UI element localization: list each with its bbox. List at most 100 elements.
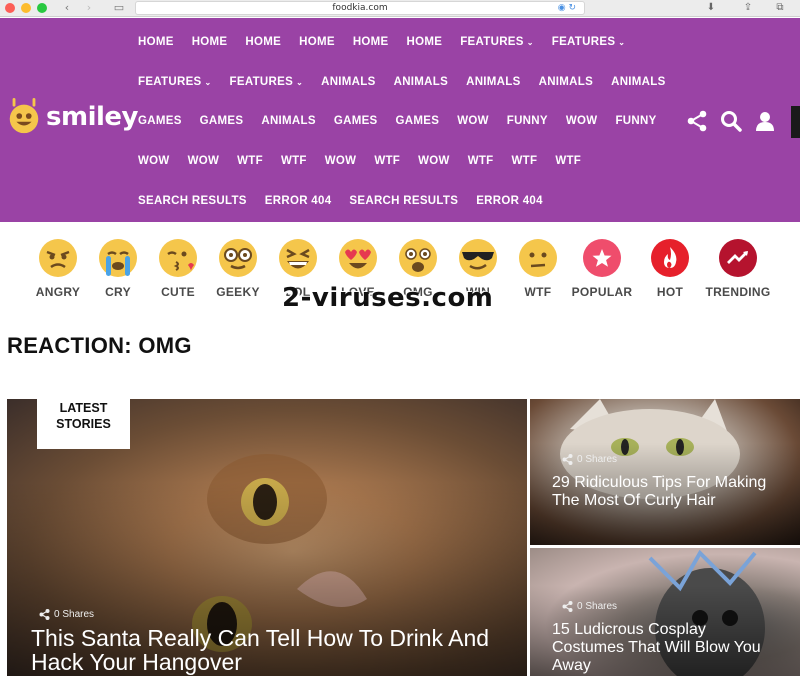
browser-toolbar: ‹ › ▭ foodkia.com ◉ ↻ ⬇ ⇪ ⧉ — [0, 0, 800, 17]
nav-item-label: ANIMALS — [611, 75, 666, 88]
nav-item-wow[interactable]: WOW — [325, 155, 357, 167]
share-count: 0 Shares — [39, 609, 94, 620]
share-icon[interactable] — [686, 110, 708, 132]
nav-item-label: GAMES — [333, 115, 378, 128]
user-icon[interactable] — [754, 110, 776, 132]
watermark: 2-viruses.com — [282, 283, 494, 313]
nav-item-wow[interactable]: WOW — [188, 155, 220, 167]
surprised-face-icon — [399, 239, 437, 277]
story-card[interactable]: 0 Shares 15 Ludicrous Cosplay Costumes T… — [530, 548, 800, 676]
featured-story[interactable]: LATEST STORIES 0 Shares This Santa Reall… — [7, 399, 527, 676]
nav-item-games[interactable]: GAMES — [396, 115, 440, 127]
maximize-window-button[interactable] — [37, 3, 47, 13]
story-title[interactable]: 29 Ridiculous Tips For Making The Most O… — [552, 474, 782, 510]
address-bar[interactable]: foodkia.com ◉ ↻ — [135, 1, 585, 15]
reaction-hot[interactable]: HOT — [636, 238, 704, 299]
nav-item-error-404[interactable]: ERROR 404 — [476, 195, 543, 207]
forward-icon[interactable]: › — [82, 1, 96, 15]
reaction-label: CUTE — [161, 285, 195, 299]
reaction-geeky[interactable]: GEEKY — [208, 238, 268, 299]
nav-item-wow[interactable]: WOW — [566, 115, 598, 127]
nav-item-label: HOME — [138, 35, 174, 48]
nav-item-label: ANIMALS — [261, 115, 316, 128]
chevron-down-icon: ⌄ — [204, 77, 212, 87]
nav-item-home[interactable]: HOME — [407, 36, 443, 48]
nav-item-wtf[interactable]: WTF — [555, 155, 581, 167]
nav-item-features[interactable]: FEATURES ⌄ — [460, 36, 534, 48]
nav-item-animals[interactable]: ANIMALS — [321, 76, 376, 88]
nav-item-features[interactable]: FEATURES ⌄ — [230, 76, 304, 88]
reaction-wtf[interactable]: WTF — [508, 238, 568, 299]
nav-item-funny[interactable]: FUNNY — [615, 115, 656, 127]
nav-item-label: SEARCH RESULTS — [138, 194, 247, 207]
nav-item-label: ANIMALS — [538, 75, 594, 88]
nav-item-label: ERROR 404 — [264, 194, 332, 207]
nav-item-wtf[interactable]: WTF — [512, 155, 538, 167]
story-title[interactable]: 15 Ludicrous Cosplay Costumes That Will … — [552, 621, 782, 675]
reaction-popular[interactable]: POPULAR — [568, 238, 636, 299]
nav-item-home[interactable]: HOME — [299, 36, 335, 48]
nav-item-search-results[interactable]: SEARCH RESULTS — [138, 195, 247, 207]
close-window-button[interactable] — [5, 3, 15, 13]
nav-item-label: HOME — [299, 35, 335, 48]
nav-row: SEARCH RESULTS ERROR 404 SEARCH RESULTS ERR… — [138, 181, 678, 221]
share-icon — [39, 609, 50, 620]
nav-item-wow[interactable]: WOW — [457, 115, 489, 127]
reaction-cry[interactable]: CRY — [88, 238, 148, 299]
address-text: foodkia.com — [332, 3, 388, 13]
crying-face-icon — [99, 239, 137, 277]
nav-item-home[interactable]: HOME — [138, 36, 174, 48]
nav-item-animals[interactable]: ANIMALS — [466, 76, 521, 88]
header-edge-tab[interactable] — [791, 106, 800, 138]
nav-item-games[interactable]: GAMES — [334, 115, 378, 127]
nav-item-home[interactable]: HOME — [245, 36, 281, 48]
reaction-label: ANGRY — [35, 285, 81, 299]
nav-item-home[interactable]: HOME — [353, 36, 389, 48]
nav-item-home[interactable]: HOME — [192, 36, 228, 48]
reload-icon[interactable]: ◉ ↻ — [558, 2, 576, 14]
reaction-label: CRY — [105, 285, 131, 299]
nav-item-wtf[interactable]: WTF — [374, 155, 400, 167]
nav-item-games[interactable]: GAMES — [138, 115, 182, 127]
nav-item-label: WOW — [418, 154, 450, 167]
nav-item-funny[interactable]: FUNNY — [507, 115, 548, 127]
nav-item-wtf[interactable]: WTF — [237, 155, 263, 167]
download-icon[interactable]: ⬇ — [703, 1, 719, 15]
nav-item-animals[interactable]: ANIMALS — [539, 76, 594, 88]
minimize-window-button[interactable] — [21, 3, 31, 13]
nav-item-features[interactable]: FEATURES ⌄ — [138, 76, 212, 88]
nav-item-wow[interactable]: WOW — [138, 155, 170, 167]
share-icon — [562, 454, 573, 465]
search-icon[interactable] — [720, 110, 742, 132]
share-page-icon[interactable]: ⇪ — [740, 1, 756, 15]
nav-item-animals[interactable]: ANIMALS — [261, 115, 316, 127]
story-title[interactable]: This Santa Really Can Tell How To Drink … — [31, 626, 511, 674]
laughing-face-icon — [279, 239, 317, 277]
nav-item-label: FUNNY — [615, 115, 657, 128]
share-count: 0 Shares — [562, 454, 617, 465]
nav-item-label: WOW — [187, 154, 220, 167]
nav-item-search-results[interactable]: SEARCH RESULTS — [349, 195, 458, 207]
nav-item-features[interactable]: FEATURES ⌄ — [552, 36, 626, 48]
nav-item-error-404[interactable]: ERROR 404 — [265, 195, 332, 207]
reaction-trending[interactable]: TRENDING — [704, 238, 772, 299]
nav-item-wow[interactable]: WOW — [418, 155, 450, 167]
smiley-logo-icon — [9, 98, 39, 134]
sunglasses-face-icon — [459, 239, 497, 277]
sidebar-icon[interactable]: ▭ — [111, 1, 127, 15]
nav-item-label: WOW — [138, 154, 170, 167]
header-actions — [686, 110, 776, 132]
reaction-angry[interactable]: ANGRY — [28, 238, 88, 299]
site-logo[interactable]: smiley — [6, 98, 138, 136]
reaction-cute[interactable]: CUTE — [148, 238, 208, 299]
nav-item-games[interactable]: GAMES — [200, 115, 244, 127]
nav-item-wtf[interactable]: WTF — [281, 155, 307, 167]
story-card[interactable]: 0 Shares 29 Ridiculous Tips For Making T… — [530, 399, 800, 545]
tabs-icon[interactable]: ⧉ — [772, 1, 788, 15]
nav-item-label: FEATURES — [551, 35, 616, 48]
nav-item-wtf[interactable]: WTF — [468, 155, 494, 167]
nav-item-animals[interactable]: ANIMALS — [394, 76, 449, 88]
nav-item-animals[interactable]: ANIMALS — [611, 76, 666, 88]
back-icon[interactable]: ‹ — [60, 1, 74, 15]
nav-item-label: WTF — [280, 154, 307, 167]
